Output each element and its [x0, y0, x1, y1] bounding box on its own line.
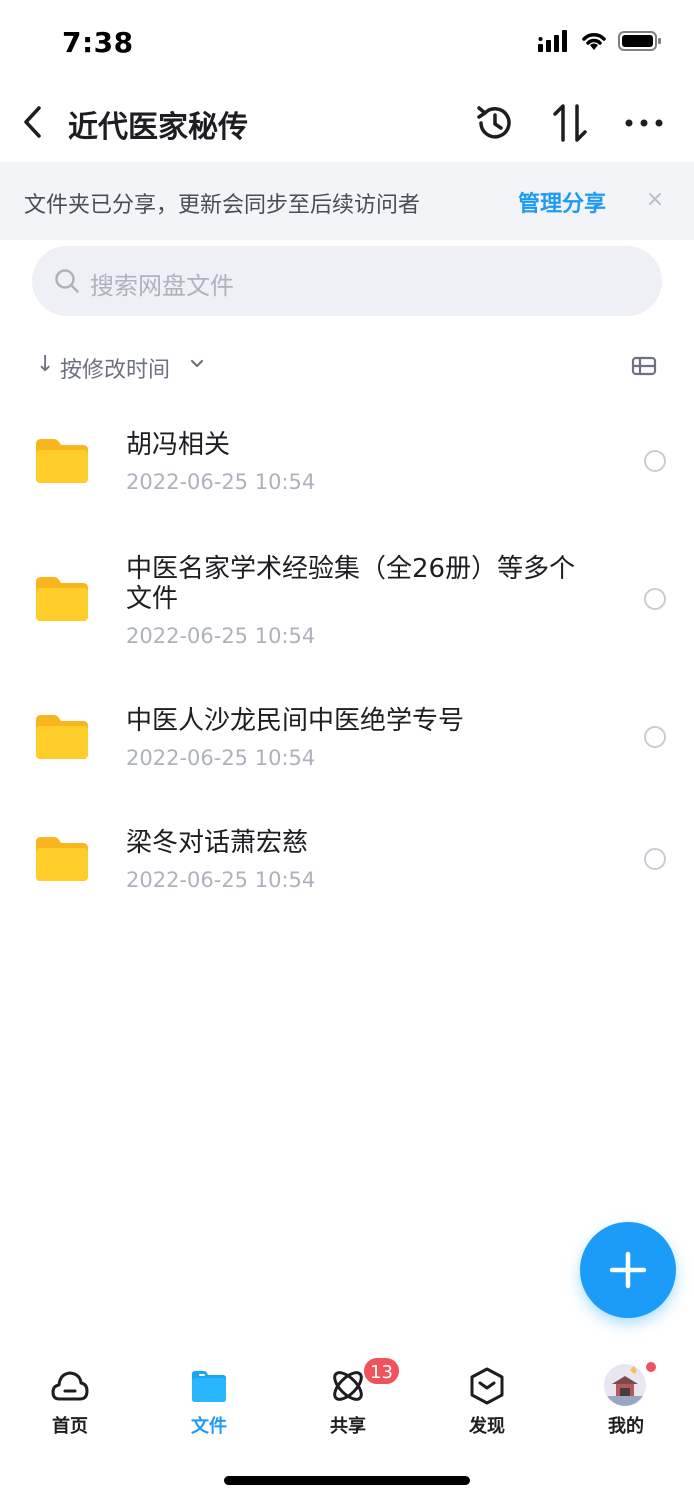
nav-bar: 近代医家秘传 — [0, 88, 694, 160]
avatar-image — [604, 1364, 646, 1406]
tab-label: 首页 — [52, 1416, 88, 1437]
view-mode-icon[interactable] — [630, 352, 658, 380]
file-row[interactable]: 中医人沙龙民间中医绝学专号 2022-06-25 10:54 — [0, 678, 694, 800]
folder-icon — [36, 577, 88, 621]
status-time: 7:38 — [62, 26, 134, 59]
file-list: 胡冯相关 2022-06-25 10:54 中医名家学术经验集（全26册）等多个… — [0, 400, 694, 924]
discover-box-icon — [470, 1367, 504, 1405]
home-indicator — [224, 1476, 470, 1485]
signal-icon — [538, 30, 567, 52]
file-row[interactable]: 梁冬对话萧宏慈 2022-06-25 10:54 — [0, 800, 694, 924]
file-name: 胡冯相关 — [126, 430, 231, 460]
cloud-icon — [51, 1371, 89, 1401]
tab-discover[interactable]: 发现 — [437, 1360, 537, 1440]
share-banner-text: 文件夹已分享，更新会同步至后续访问者 — [24, 193, 421, 218]
tab-label: 我的 — [608, 1416, 644, 1437]
file-row[interactable]: 中医名家学术经验集（全26册）等多个文件 2022-06-25 10:54 — [0, 524, 694, 678]
status-icons — [538, 30, 662, 52]
file-name: 中医人沙龙民间中医绝学专号 — [126, 706, 465, 736]
sort-arrow-icon: ↓ — [36, 352, 55, 377]
file-date: 2022-06-25 10:54 — [126, 868, 316, 892]
search-input[interactable]: 搜索网盘文件 — [32, 246, 662, 316]
manage-share-link[interactable]: 管理分享 — [518, 186, 606, 218]
notification-dot — [644, 1360, 658, 1374]
select-radio[interactable] — [644, 726, 666, 748]
folder-icon — [36, 439, 88, 483]
file-row[interactable]: 胡冯相关 2022-06-25 10:54 — [0, 400, 694, 524]
file-date: 2022-06-25 10:54 — [126, 470, 316, 494]
history-button[interactable] — [470, 98, 520, 148]
battery-icon — [618, 31, 661, 51]
sort-row: ↓ 按修改时间 — [0, 340, 694, 392]
transfer-arrows-icon — [553, 104, 587, 142]
tab-bar: 首页 文件 共享 发现 我的 13 — [0, 1340, 694, 1450]
folder-icon — [36, 715, 88, 759]
more-dots-icon — [625, 119, 663, 127]
select-radio[interactable] — [644, 848, 666, 870]
avatar[interactable] — [604, 1364, 646, 1406]
close-banner-button[interactable]: × — [640, 182, 670, 218]
transfer-button[interactable] — [545, 98, 595, 148]
tab-files[interactable]: 文件 — [159, 1360, 259, 1440]
sort-dropdown[interactable]: 按修改时间 — [60, 352, 170, 384]
more-button[interactable] — [619, 98, 669, 148]
add-button[interactable] — [580, 1222, 676, 1318]
chevron-left-icon — [24, 106, 41, 138]
chevron-down-icon[interactable] — [188, 352, 206, 374]
folder-icon — [192, 1371, 226, 1402]
file-name: 梁冬对话萧宏慈 — [126, 828, 309, 858]
file-date: 2022-06-25 10:54 — [126, 624, 316, 648]
tab-label: 文件 — [191, 1416, 227, 1437]
history-icon — [477, 106, 511, 139]
select-radio[interactable] — [644, 588, 666, 610]
share-banner: 文件夹已分享，更新会同步至后续访问者 管理分享 × — [0, 162, 694, 240]
file-date: 2022-06-25 10:54 — [126, 746, 316, 770]
page-title: 近代医家秘传 — [68, 110, 248, 145]
wifi-icon — [582, 33, 606, 50]
search-icon — [55, 269, 79, 293]
share-notification-badge: 13 — [362, 1356, 401, 1386]
file-name: 中医名家学术经验集（全26册）等多个文件 — [126, 554, 576, 614]
status-bar: 7:38 — [0, 0, 694, 88]
search-placeholder: 搜索网盘文件 — [90, 272, 234, 300]
back-button[interactable] — [14, 98, 50, 146]
plus-icon — [609, 1251, 647, 1289]
tab-label: 发现 — [469, 1416, 505, 1437]
folder-icon — [36, 837, 88, 881]
tab-home[interactable]: 首页 — [20, 1360, 120, 1440]
select-radio[interactable] — [644, 450, 666, 472]
tab-label: 共享 — [330, 1416, 366, 1437]
